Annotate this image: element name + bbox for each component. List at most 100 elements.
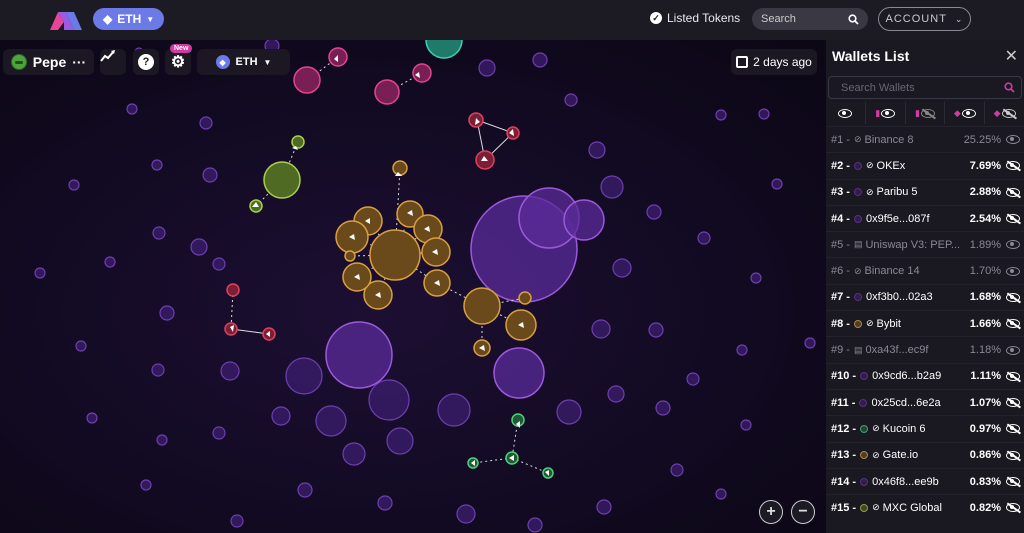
wallet-row[interactable]: #9 - ▤ 0xa43f...ec9f 1.18%	[826, 336, 1024, 362]
filter-hide-exchanges[interactable]: ▮	[906, 102, 946, 124]
wallet-color-dot	[853, 161, 862, 170]
search-icon[interactable]	[1004, 82, 1015, 93]
zoom-out-button[interactable]: −	[791, 500, 815, 524]
orange-hub-bubble[interactable]	[369, 229, 421, 281]
chain-selector[interactable]: ◆ ETH ▼	[197, 49, 290, 75]
eye-icon[interactable]	[1006, 240, 1020, 250]
pepe-token-icon	[10, 54, 27, 70]
filter-exchanges[interactable]: ▮	[866, 102, 906, 124]
wallet-rank: #4 -	[831, 212, 850, 225]
eye-off-icon[interactable]	[1006, 187, 1020, 197]
time-selector[interactable]: 2 days ago	[731, 49, 817, 75]
teal-bubble[interactable]	[425, 40, 463, 59]
wallets-panel: Wallets List ✕ ▮ ▮ ◆ ◆ #1 -⊘Binance 825.…	[826, 40, 1024, 533]
bubble-map-canvas[interactable]	[0, 40, 826, 533]
eye-off-icon[interactable]	[1006, 371, 1020, 381]
new-badge: New	[170, 44, 193, 53]
wallet-row[interactable]: #4 - 0x9f5e...087f 2.54%	[826, 204, 1024, 231]
eye-icon[interactable]	[1006, 266, 1020, 276]
help-button[interactable]: ?	[133, 49, 159, 75]
wallet-list: #1 - ⊘ Binance 8 25.25% #2 - ⊘ OKEx 7.69% #3 - ⊘ P…	[826, 126, 1024, 520]
bubble-map[interactable]: Pepe ··· ? ⚙ New ◆ ETH ▼ 2 days ago + −	[0, 40, 826, 533]
wallet-rank: #5 -	[831, 238, 850, 251]
more-options-icon[interactable]: ···	[72, 54, 86, 70]
wallet-row[interactable]: #12 - ⊘ Kucoin 6 0.97%	[826, 415, 1024, 441]
wallet-row[interactable]: #3 - ⊘ Paribu 5 2.88%	[826, 178, 1024, 205]
chain-switcher-button[interactable]: ◆ ETH ▼	[93, 8, 165, 30]
eye-off-icon[interactable]	[1006, 424, 1020, 434]
wallet-percentage: 1.07%	[969, 396, 1001, 409]
top-bar: ◆ ETH ▼ ✓ Listed Tokens ACCOUNT ⌄	[0, 0, 1024, 40]
wallet-row[interactable]: #1 - ⊘ Binance 8 25.25%	[826, 126, 1024, 152]
document-icon: ▤	[853, 344, 863, 355]
eye-icon	[881, 108, 896, 118]
wallet-rank: #11 -	[831, 396, 856, 409]
wallet-name: Uniswap V3: PEP...	[865, 238, 961, 251]
wallet-color-dot	[860, 372, 869, 381]
wallet-name: Binance 14	[864, 265, 920, 278]
contract-icon: ⊘	[865, 186, 874, 197]
wallets-panel-title: Wallets List	[832, 48, 910, 64]
filter-contracts[interactable]: ◆	[945, 102, 986, 124]
listed-tokens-link[interactable]: ✓ Listed Tokens	[650, 11, 740, 25]
token-selector[interactable]: Pepe ···	[3, 49, 94, 75]
eye-off-icon[interactable]	[1006, 398, 1020, 408]
wallet-rank: #14 -	[831, 475, 857, 488]
eye-icon[interactable]	[1006, 345, 1020, 355]
filter-show-all[interactable]	[826, 102, 866, 124]
app-logo-icon[interactable]	[48, 8, 84, 32]
eye-off-icon	[920, 108, 935, 118]
eye-icon	[838, 108, 853, 118]
wallet-row[interactable]: #2 - ⊘ OKEx 7.69%	[826, 152, 1024, 178]
pink-cluster-top[interactable]	[293, 47, 432, 105]
eye-off-icon[interactable]	[1006, 161, 1020, 171]
wallet-color-dot	[860, 477, 869, 486]
wallet-name: 0x9cd6...b2a9	[872, 370, 942, 383]
eye-off-icon[interactable]	[1006, 214, 1020, 224]
wallet-color-dot	[853, 319, 862, 328]
wallet-name: 0x9f5e...087f	[865, 212, 930, 225]
exchange-icon: ▮	[915, 107, 920, 118]
search-input[interactable]	[761, 13, 841, 25]
eye-off-icon[interactable]	[1006, 503, 1020, 513]
green-cluster[interactable]	[467, 413, 554, 479]
wallet-name: MXC Global	[882, 501, 942, 514]
contract-icon: ⊘	[853, 134, 862, 145]
help-icon: ?	[138, 54, 154, 70]
pink-cluster-left[interactable]	[224, 283, 276, 341]
account-button[interactable]: ACCOUNT ⌄	[878, 7, 971, 31]
eye-off-icon[interactable]	[1006, 477, 1020, 486]
eth-icon: ◆	[103, 12, 113, 26]
wallet-row[interactable]: #15 - ⊘ MXC Global 0.82%	[826, 494, 1024, 520]
wallet-percentage: 2.54%	[969, 212, 1001, 225]
wallet-row[interactable]: #8 - ⊘ Bybit 1.66%	[826, 310, 1024, 336]
wallet-percentage: 7.69%	[969, 159, 1001, 172]
wallet-rank: #6 -	[831, 265, 850, 278]
wallet-row[interactable]: #13 - ⊘ Gate.io 0.86%	[826, 441, 1024, 468]
close-icon[interactable]: ✕	[1005, 46, 1018, 66]
eye-off-icon[interactable]	[1006, 450, 1020, 460]
eye-icon[interactable]	[1006, 135, 1020, 145]
wallets-panel-header: Wallets List ✕	[826, 40, 1024, 72]
wallet-row[interactable]: #14 - 0x46f8...ee9b 0.83%	[826, 467, 1024, 494]
wallet-row[interactable]: #10 - 0x9cd6...b2a9 1.11%	[826, 362, 1024, 389]
app-root: ◆ ETH ▼ ✓ Listed Tokens ACCOUNT ⌄	[0, 0, 1024, 533]
wallet-color-dot	[860, 451, 869, 460]
wallet-rank: #13 -	[831, 449, 857, 462]
zoom-in-button[interactable]: +	[759, 500, 783, 524]
wallet-row[interactable]: #6 - ⊘ Binance 14 1.70%	[826, 257, 1024, 283]
wallet-percentage: 1.18%	[969, 344, 1001, 357]
wallet-row[interactable]: #7 - 0xf3b0...02a3 1.68%	[826, 283, 1024, 310]
eye-off-icon[interactable]	[1006, 319, 1020, 329]
wallet-row[interactable]: #5 - ▤ Uniswap V3: PEP... 1.89%	[826, 231, 1024, 257]
filter-hide-contracts[interactable]: ◆	[985, 102, 1024, 124]
wallet-name: OKEx	[876, 159, 906, 172]
wallet-search-input[interactable]	[841, 81, 981, 94]
wallet-row[interactable]: #11 - 0x25cd...6e2a 1.07%	[826, 388, 1024, 415]
contract-icon: ⊘	[865, 318, 874, 329]
wallet-color-dot	[860, 503, 869, 512]
wallet-percentage: 0.97%	[969, 422, 1001, 435]
trending-button[interactable]	[100, 49, 126, 75]
eye-off-icon[interactable]	[1006, 292, 1020, 302]
search-icon[interactable]	[848, 13, 859, 25]
